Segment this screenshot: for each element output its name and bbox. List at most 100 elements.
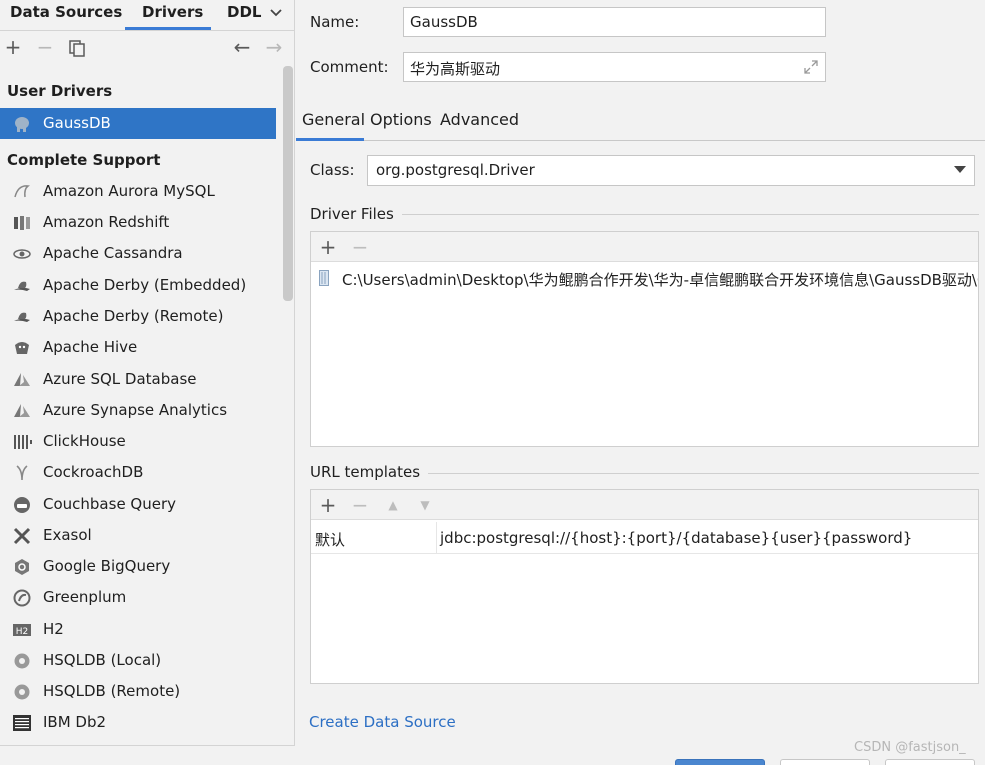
sidebar-tabs: Data Sources Drivers DDL: [0, 0, 295, 31]
list-item-label: Amazon Redshift: [43, 213, 170, 231]
list-item-label: CockroachDB: [43, 463, 144, 481]
list-item-label: Greenplum: [43, 588, 127, 606]
chevron-down-icon[interactable]: [268, 3, 286, 23]
list-item-label: Couchbase Query: [43, 495, 177, 513]
class-label: Class:: [310, 161, 355, 179]
forward-button[interactable]: →: [263, 33, 285, 61]
tab-general[interactable]: General: [302, 110, 365, 129]
apply-button[interactable]: [885, 759, 975, 765]
add-driver-button[interactable]: +: [2, 33, 24, 61]
list-item-label: IBM Db2: [43, 713, 107, 731]
add-template-button[interactable]: +: [317, 491, 339, 519]
list-item[interactable]: C:\Users\admin\Desktop\华为鲲鹏合作开发\华为-卓信鲲鹏联…: [311, 265, 978, 293]
list-item-hsqldb-remote[interactable]: HSQLDB (Remote): [0, 676, 276, 707]
sidebar-scrollbar[interactable]: [283, 66, 293, 301]
add-file-button[interactable]: +: [317, 233, 339, 261]
driver-files-title: Driver Files: [310, 205, 402, 223]
clickhouse-icon: [12, 433, 32, 451]
tab-advanced[interactable]: Advanced: [440, 110, 519, 129]
sidebar-toolbar: + − ← →: [0, 33, 295, 63]
list-item-exasol[interactable]: Exasol: [0, 520, 276, 551]
class-select[interactable]: org.postgresql.Driver: [367, 155, 975, 186]
list-item-amazon-redshift[interactable]: Amazon Redshift: [0, 207, 276, 238]
cancel-button[interactable]: [780, 759, 870, 765]
comment-label: Comment:: [310, 58, 389, 76]
list-item-azure-synapse-analytics[interactable]: Azure Synapse Analytics: [0, 395, 276, 426]
tab-ddl[interactable]: DDL: [227, 3, 261, 27]
remove-driver-button[interactable]: −: [34, 33, 56, 61]
list-item-label: ClickHouse: [43, 432, 126, 450]
remove-file-button[interactable]: −: [349, 233, 371, 261]
url-templates-title: URL templates: [310, 463, 429, 481]
dolphin-icon: [12, 183, 32, 201]
azure-icon: [12, 371, 32, 389]
list-item-couchbase-query[interactable]: Couchbase Query: [0, 489, 276, 520]
tab-drivers[interactable]: Drivers: [142, 3, 203, 27]
name-field[interactable]: GaussDB: [403, 7, 826, 37]
move-up-button[interactable]: ▲: [382, 491, 404, 519]
svg-text:H2: H2: [16, 627, 29, 637]
name-label: Name:: [310, 13, 360, 31]
list-item-azure-sql-database[interactable]: Azure SQL Database: [0, 364, 276, 395]
section-user-drivers: User Drivers: [7, 82, 113, 100]
list-item-label: Apache Hive: [43, 338, 138, 356]
h2-icon: H2: [12, 621, 32, 639]
back-button[interactable]: ←: [231, 33, 253, 61]
divider: [310, 214, 979, 215]
jar-file-icon: [319, 270, 329, 286]
column-separator: [436, 522, 437, 554]
driver-files-toolbar: + −: [311, 232, 978, 262]
eye-icon: [12, 245, 32, 263]
list-item-label: Azure Synapse Analytics: [43, 401, 228, 419]
ibm-db2-icon: [12, 714, 32, 732]
list-item-hsqldb-local[interactable]: HSQLDB (Local): [0, 645, 276, 676]
list-item-apache-hive[interactable]: Apache Hive: [0, 332, 276, 363]
template-url: jdbc:postgresql://{host}:{port}/{databas…: [440, 529, 913, 547]
active-tab-indicator: [125, 27, 211, 30]
list-item-apache-cassandra[interactable]: Apache Cassandra: [0, 238, 276, 269]
expand-icon[interactable]: [803, 59, 819, 75]
list-item-label: HSQLDB (Local): [43, 651, 162, 669]
derby-hat-icon: [12, 277, 32, 295]
list-item-greenplum[interactable]: Greenplum: [0, 582, 276, 613]
remove-template-button[interactable]: −: [349, 491, 371, 519]
drivers-sidebar: Data Sources Drivers DDL + − ← → User Dr…: [0, 0, 295, 765]
comment-field[interactable]: 华为高斯驱动: [403, 52, 826, 82]
hsqldb-icon: [12, 652, 32, 670]
list-item-clickhouse[interactable]: ClickHouse: [0, 426, 276, 457]
comment-value: 华为高斯驱动: [410, 60, 501, 78]
tab-data-sources[interactable]: Data Sources: [10, 3, 122, 27]
list-item-amazon-aurora-mysql[interactable]: Amazon Aurora MySQL: [0, 176, 276, 207]
list-item-google-bigquery[interactable]: Google BigQuery: [0, 551, 276, 582]
hsqldb-icon: [12, 683, 32, 701]
greenplum-icon: [12, 589, 32, 607]
list-item-label: Amazon Aurora MySQL: [43, 182, 215, 200]
hive-icon: [12, 339, 32, 357]
list-item-label: HSQLDB (Remote): [43, 682, 181, 700]
list-item-label: Apache Derby (Embedded): [43, 276, 247, 294]
chevron-down-icon: [954, 166, 966, 173]
create-data-source-link[interactable]: Create Data Source: [309, 713, 456, 731]
derby-hat-icon: [12, 308, 32, 326]
azure-icon: [12, 402, 32, 420]
list-item-label: Exasol: [43, 526, 92, 544]
cockroach-icon: [12, 464, 32, 482]
section-complete-support: Complete Support: [7, 151, 161, 169]
active-tab-indicator: [296, 138, 364, 141]
table-row[interactable]: 默认 jdbc:postgresql://{host}:{port}/{data…: [311, 522, 978, 554]
watermark: CSDN @fastjson_: [854, 740, 966, 755]
list-item-h2[interactable]: H2 H2: [0, 614, 276, 645]
elephant-icon: [12, 115, 32, 133]
list-item-cockroachdb[interactable]: CockroachDB: [0, 457, 276, 488]
ok-button[interactable]: [675, 759, 765, 765]
list-item-apache-derby-embedded[interactable]: Apache Derby (Embedded): [0, 270, 276, 301]
driver-files-list: + − C:\Users\admin\Desktop\华为鲲鹏合作开发\华为-卓…: [310, 231, 979, 447]
duplicate-icon[interactable]: [66, 33, 88, 61]
list-item-label: GaussDB: [43, 114, 111, 132]
list-item-apache-derby-remote[interactable]: Apache Derby (Remote): [0, 301, 276, 332]
tab-options[interactable]: Options: [370, 110, 432, 129]
url-templates-toolbar: + − ▲ ▼: [311, 490, 978, 520]
list-item-ibm-db2[interactable]: IBM Db2: [0, 707, 276, 738]
move-down-button[interactable]: ▼: [414, 491, 436, 519]
list-item-gaussdb[interactable]: GaussDB: [0, 108, 276, 139]
